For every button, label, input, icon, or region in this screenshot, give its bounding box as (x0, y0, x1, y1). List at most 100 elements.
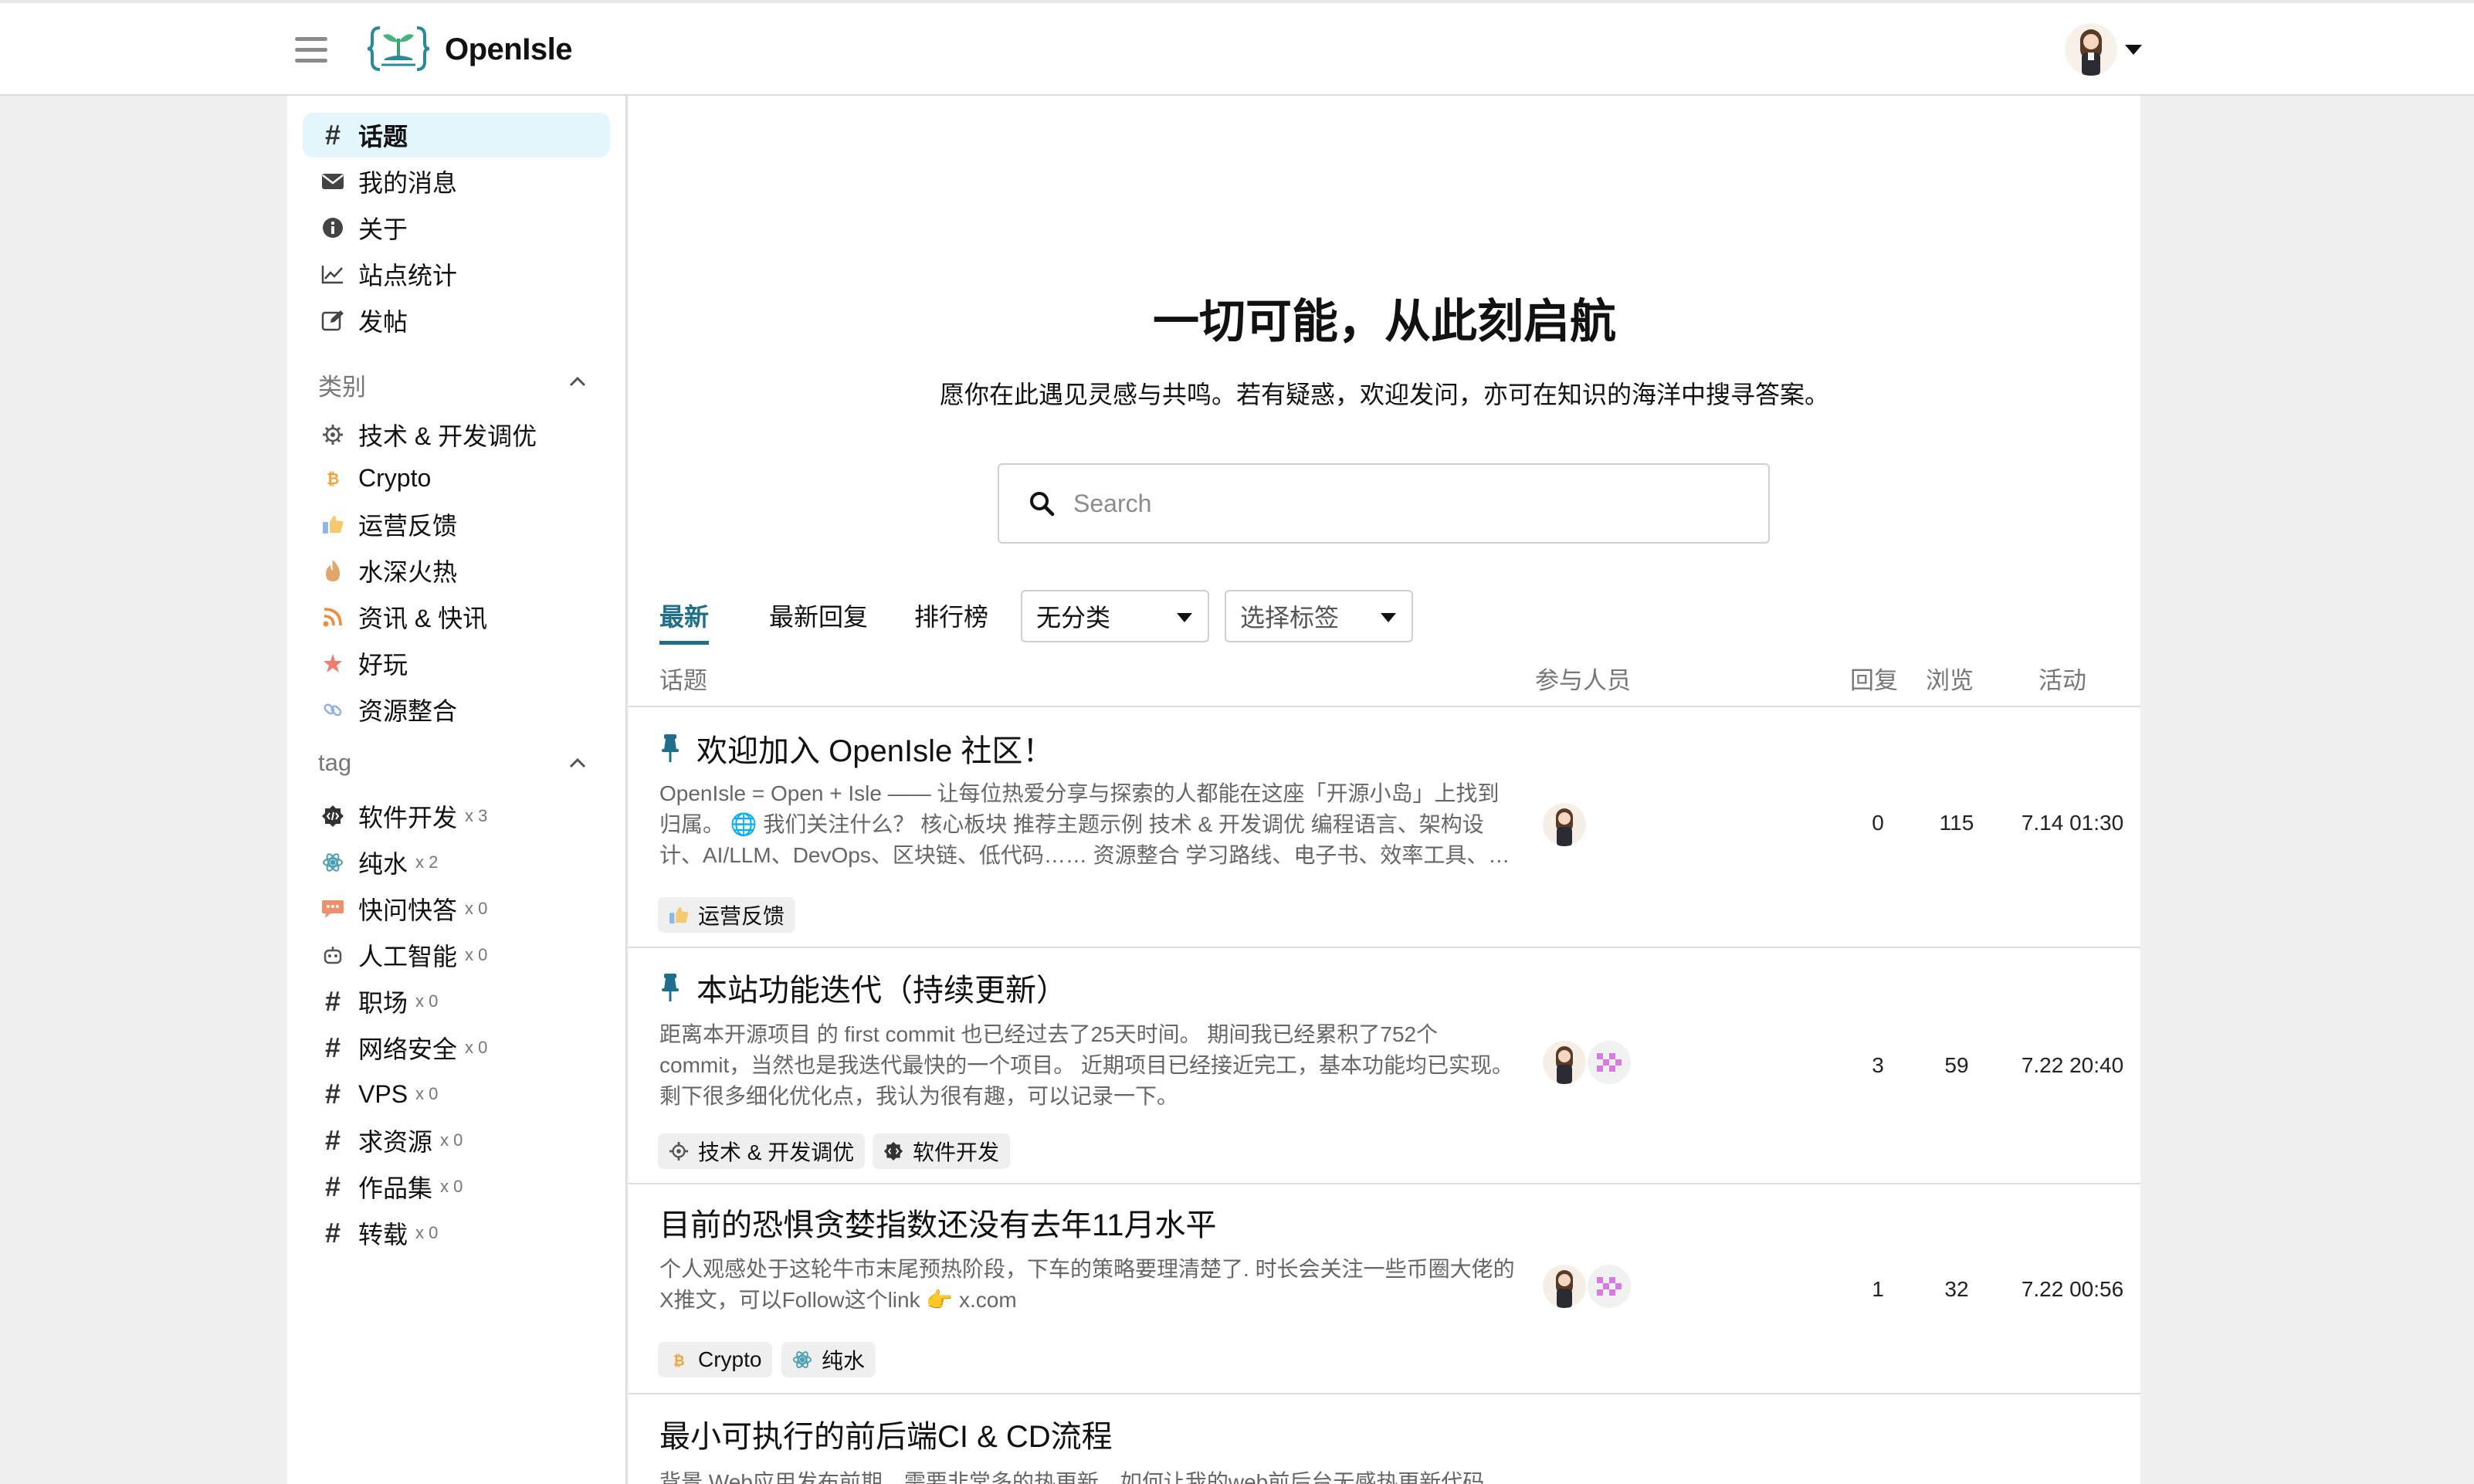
sidebar-item-label: 人工智能 (358, 943, 458, 971)
table-row[interactable]: 本站功能迭代（持续更新） 距离本开源项目 的 first commit 也已经过… (629, 948, 2140, 1184)
sidebar-item-label: 话题 (358, 123, 408, 151)
envelope-icon (320, 168, 346, 195)
sidebar-item-label: 技术 & 开发调优 (358, 422, 537, 450)
table-row[interactable]: 欢迎加入 OpenIsle 社区！ OpenIsle = Open + Isle… (629, 707, 2140, 948)
hero-subtitle: 愿你在此遇见灵感与共鸣。若有疑惑，欢迎发问，亦可在知识的海洋中搜寻答案。 (939, 381, 1829, 408)
excerpt-line: OpenIsle = Open + Isle —— 让每位热爱分享与探索的人都能… (659, 781, 1500, 805)
sidebar-item-tag[interactable]: # 转载 x 0 (303, 1211, 610, 1255)
chip-label: 纯水 (822, 1349, 866, 1373)
user-menu-caret-icon[interactable] (2125, 45, 2142, 55)
sidebar-item-label: 发帖 (358, 308, 408, 336)
hash-icon: # (324, 985, 341, 1017)
sidebar-item-messages[interactable]: 我的消息 (303, 159, 610, 204)
chip-label: 运营反馈 (698, 904, 785, 928)
sidebar-item-label: 站点统计 (358, 262, 458, 290)
sidebar-item-label: 转载 (358, 1221, 408, 1249)
tab-leaderboard[interactable]: 排行榜 (914, 598, 988, 633)
sidebar-item-tag[interactable]: # VPS x 0 (303, 1072, 610, 1116)
participant-avatar[interactable] (1543, 1265, 1586, 1308)
link-icon (320, 696, 346, 723)
participant-avatar[interactable] (1543, 803, 1586, 846)
sidebar-item-category[interactable]: 水深火热 (303, 548, 610, 593)
sidebar-item-label: 职场 (358, 989, 408, 1017)
category-chip[interactable]: 运营反馈 (658, 897, 796, 933)
thumbs-up-icon (669, 905, 689, 925)
chat-bubble-icon (320, 896, 346, 922)
sidebar-item-category[interactable]: 资源整合 (303, 687, 610, 732)
sidebar-item-tag[interactable]: # 作品集 x 0 (303, 1164, 610, 1209)
tag-chip[interactable]: 软件开发 (873, 1133, 1011, 1169)
participant-avatar[interactable] (1588, 1265, 1631, 1308)
column-header-views: 浏览 (1926, 667, 1974, 694)
sidebar-item-tag[interactable]: 纯水 x 2 (303, 840, 610, 885)
search-input[interactable]: Search (998, 463, 1770, 544)
view-count: 59 (1944, 1053, 1969, 1077)
hero-title: 一切可能，从此刻启航 (1153, 296, 1616, 347)
tab-latest-replies[interactable]: 最新回复 (769, 598, 868, 633)
gear-icon (320, 422, 346, 448)
sidebar-item-tag[interactable]: # 求资源 x 0 (303, 1118, 610, 1163)
sidebar-item-category[interactable]: 运营反馈 (303, 502, 610, 547)
sidebar-item-category[interactable]: 资讯 & 快讯 (303, 595, 610, 639)
search-icon (1030, 492, 1055, 517)
topic-title[interactable]: 欢迎加入 OpenIsle 社区！ (659, 726, 1053, 771)
sidebar-item-label: 快问快答 (358, 896, 458, 924)
category-filter-dropdown[interactable]: 无分类 (1021, 590, 1209, 642)
sidebar-item-label: 网络安全 (358, 1035, 458, 1063)
sidebar-item-category[interactable]: ₿ Crypto (303, 456, 610, 500)
category-chip[interactable]: 技术 & 开发调优 (658, 1133, 866, 1169)
fire-icon (320, 557, 346, 584)
sidebar-item-tag[interactable]: 人工智能 x 0 (303, 933, 610, 977)
sidebar-item-tag[interactable]: # 职场 x 0 (303, 979, 610, 1024)
tag-count: x 0 (465, 899, 488, 918)
sidebar-item-category[interactable]: 好玩 (303, 641, 610, 686)
chevron-up-icon[interactable] (568, 754, 587, 772)
excerpt-line: 个人观感处于这轮牛市末尾预热阶段，下车的策略要理清楚了. 时长会关注一些币圈大佬… (659, 1257, 1515, 1281)
sidebar-item-tag[interactable]: # 网络安全 x 0 (303, 1025, 610, 1070)
tag-count: x 0 (465, 945, 488, 964)
chevron-up-icon[interactable] (568, 372, 587, 391)
sidebar-item-label: VPS (358, 1079, 408, 1108)
star-icon (320, 650, 346, 676)
sidebar-item-label: 作品集 (358, 1174, 433, 1202)
sidebar-item-label: 运营反馈 (358, 512, 458, 540)
logo-icon[interactable] (366, 23, 431, 74)
atom-icon (792, 1350, 812, 1370)
category-chip[interactable]: ₿ Crypto (658, 1342, 773, 1377)
tag-count: x 0 (415, 1223, 439, 1242)
chip-label: 软件开发 (913, 1140, 1000, 1164)
tab-latest[interactable]: 最新 (659, 598, 710, 645)
topic-title[interactable]: 本站功能迭代（持续更新） (659, 965, 1067, 1010)
hash-icon: # (324, 119, 341, 151)
brand-name[interactable]: OpenIsle (445, 32, 572, 67)
topic-title-text: 本站功能迭代（持续更新） (696, 974, 1067, 1008)
excerpt-line: commit，当然也是我迭代最快的一个项目。 近期项目已经接近完工，基本功能均已… (659, 1053, 1514, 1077)
sidebar-item-tag[interactable]: 软件开发 x 3 (303, 794, 610, 839)
topic-title-text: 最小可执行的前后端CI & CD流程 (659, 1420, 1113, 1454)
table-row[interactable]: 目前的恐惧贪婪指数还没有去年11月水平 个人观感处于这轮牛市末尾预热阶段，下车的… (629, 1184, 2140, 1394)
participant-avatar[interactable] (1543, 1041, 1586, 1084)
topic-title[interactable]: 目前的恐惧贪婪指数还没有去年11月水平 (659, 1200, 1217, 1245)
sidebar: # 话题 我的消息 关于 站点统计 发帖 类别 技术 & 开发调优 ₿ Cryp… (287, 96, 627, 1484)
participant-avatar[interactable] (1588, 1041, 1631, 1084)
sidebar-item-stats[interactable]: 站点统计 (303, 252, 610, 296)
user-avatar[interactable] (2065, 23, 2117, 76)
svg-text:₿: ₿ (327, 469, 339, 488)
topic-title[interactable]: 最小可执行的前后端CI & CD流程 (659, 1411, 1113, 1456)
chip-label: Crypto (698, 1347, 762, 1371)
table-row[interactable]: 最小可执行的前后端CI & CD流程 背景 Web应用发布前期，需要非常多的热更… (629, 1394, 2140, 1484)
chip-label: 技术 & 开发调优 (698, 1140, 855, 1164)
sidebar-item-topics[interactable]: # 话题 (303, 113, 610, 158)
sidebar-item-label: 我的消息 (358, 169, 458, 197)
hash-icon: # (324, 1217, 341, 1249)
tag-filter-dropdown[interactable]: 选择标签 (1225, 590, 1413, 642)
menu-icon[interactable] (295, 37, 327, 63)
sidebar-item-new-post[interactable]: 发帖 (303, 298, 610, 343)
pin-icon (662, 734, 679, 762)
tag-chip[interactable]: 纯水 (781, 1342, 876, 1377)
sidebar-item-tag[interactable]: 快问快答 x 0 (303, 886, 610, 931)
gear-icon (669, 1141, 689, 1161)
sidebar-item-about[interactable]: 关于 (303, 205, 610, 250)
sidebar-item-category[interactable]: 技术 & 开发调优 (303, 412, 610, 457)
reply-count: 1 (1872, 1277, 1884, 1301)
